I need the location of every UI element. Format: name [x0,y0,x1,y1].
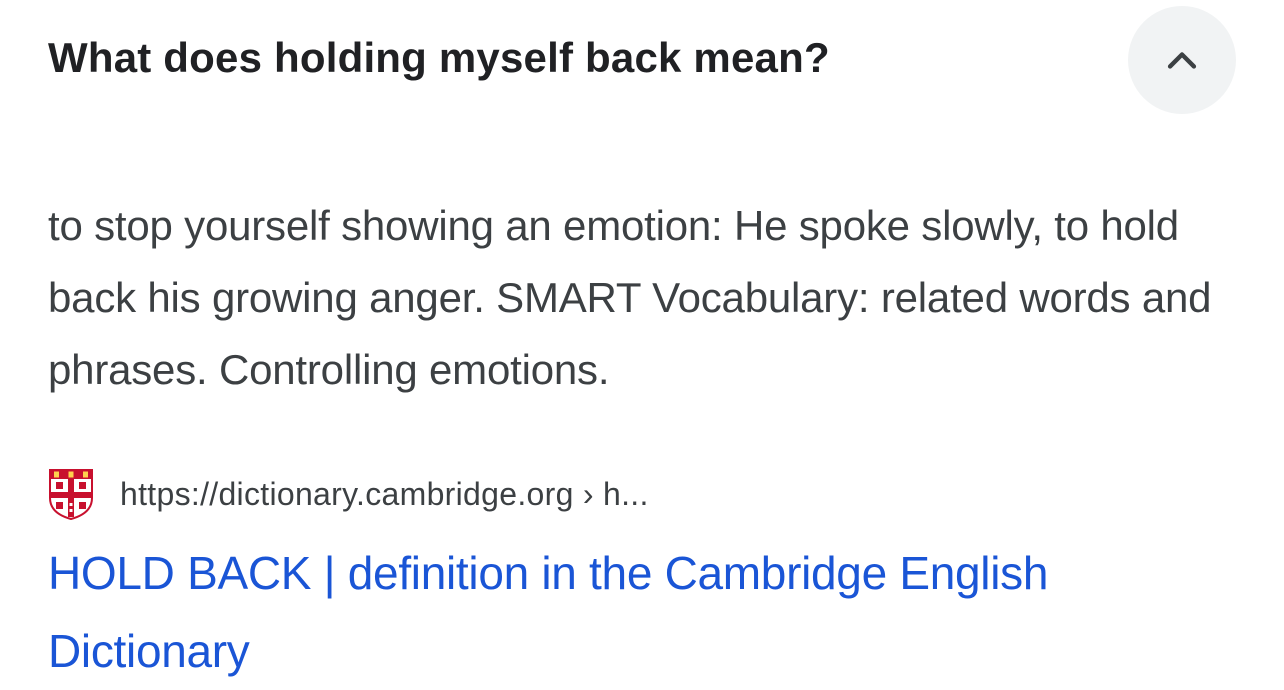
source-row[interactable]: https://dictionary.cambridge.org › h... [48,466,649,522]
result-title-link[interactable]: HOLD BACK | definition in the Cambridge … [48,534,1238,690]
collapse-button[interactable] [1128,6,1236,114]
answer-snippet: to stop yourself showing an emotion: He … [48,202,1212,393]
source-url[interactable]: https://dictionary.cambridge.org › h... [120,476,649,513]
chevron-up-icon [1167,52,1197,69]
question-title[interactable]: What does holding myself back mean? [48,30,830,86]
question-row[interactable]: What does holding myself back mean? [48,0,1236,118]
cambridge-crest-icon [49,469,93,520]
